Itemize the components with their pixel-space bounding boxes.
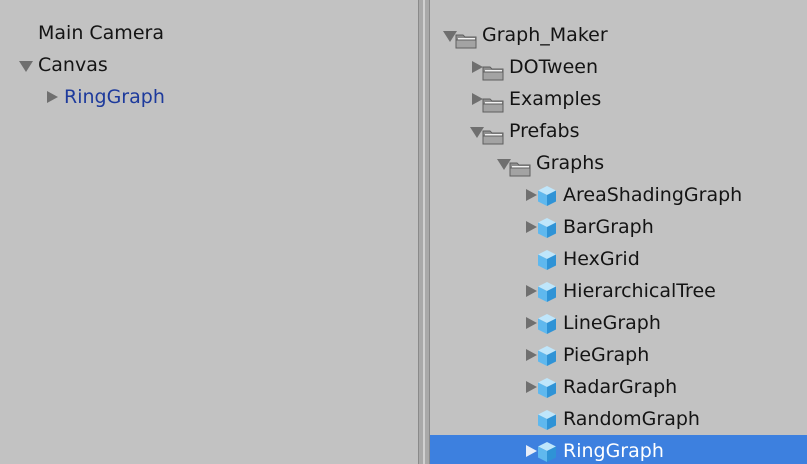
hierarchy-item[interactable]: Canvas — [0, 49, 418, 81]
prefab-cube-icon — [536, 441, 558, 463]
prefab-cube-icon — [536, 377, 558, 399]
prefab-cube-icon — [536, 249, 558, 271]
hierarchy-item[interactable]: Main Camera — [0, 17, 418, 49]
project-folder-item[interactable]: Prefabs — [430, 115, 807, 147]
hierarchy-item-label: Canvas — [38, 54, 108, 76]
project-item-label: Graph_Maker — [482, 24, 608, 46]
foldout-collapsed-icon[interactable] — [44, 81, 60, 113]
project-item-label: AreaShadingGraph — [563, 184, 743, 206]
project-item-label: DOTween — [509, 56, 599, 78]
project-item-label: RadarGraph — [563, 376, 678, 398]
project-item-label: HierarchicalTree — [563, 280, 716, 302]
project-item-label: LineGraph — [563, 312, 661, 334]
project-prefab-item[interactable]: RingGraph — [430, 435, 807, 464]
project-item-label: HexGrid — [563, 248, 640, 270]
project-prefab-item[interactable]: HierarchicalTree — [430, 275, 807, 307]
prefab-cube-icon — [536, 409, 558, 431]
project-item-label: PieGraph — [563, 344, 650, 366]
project-prefab-item[interactable]: BarGraph — [430, 211, 807, 243]
project-panel[interactable]: Graph_Maker DOTween Examples Prefabs Graphs A… — [430, 0, 807, 464]
project-item-label: BarGraph — [563, 216, 654, 238]
project-item-label: Prefabs — [509, 120, 580, 142]
folder-icon — [455, 27, 477, 49]
foldout-expanded-icon[interactable] — [18, 49, 34, 81]
folder-icon — [509, 155, 531, 177]
prefab-cube-icon — [536, 281, 558, 303]
project-prefab-item[interactable]: RandomGraph — [430, 403, 807, 435]
hierarchy-item[interactable]: RingGraph — [0, 81, 418, 113]
prefab-cube-icon — [536, 217, 558, 239]
project-prefab-item[interactable]: PieGraph — [430, 339, 807, 371]
panel-splitter[interactable] — [418, 0, 430, 464]
project-folder-item[interactable]: Graph_Maker — [430, 19, 807, 51]
prefab-cube-icon — [536, 345, 558, 367]
folder-icon — [482, 91, 504, 113]
project-prefab-item[interactable]: RadarGraph — [430, 371, 807, 403]
hierarchy-panel[interactable]: Main Camera Canvas RingGraph — [0, 0, 418, 464]
folder-icon — [482, 123, 504, 145]
project-item-label: Graphs — [536, 152, 605, 174]
hierarchy-item-label: RingGraph — [64, 86, 165, 108]
editor-window: Main Camera Canvas RingGraph Graph_Maker DO… — [0, 0, 807, 464]
project-item-label: Examples — [509, 88, 602, 110]
project-prefab-item[interactable]: AreaShadingGraph — [430, 179, 807, 211]
project-item-label: RingGraph — [563, 440, 664, 462]
project-folder-item[interactable]: Graphs — [430, 147, 807, 179]
project-prefab-item[interactable]: HexGrid — [430, 243, 807, 275]
hierarchy-item-label: Main Camera — [38, 22, 164, 44]
folder-icon — [482, 59, 504, 81]
project-prefab-item[interactable]: LineGraph — [430, 307, 807, 339]
project-folder-item[interactable]: DOTween — [430, 51, 807, 83]
project-folder-item[interactable]: Examples — [430, 83, 807, 115]
prefab-cube-icon — [536, 313, 558, 335]
project-item-label: RandomGraph — [563, 408, 700, 430]
prefab-cube-icon — [536, 185, 558, 207]
